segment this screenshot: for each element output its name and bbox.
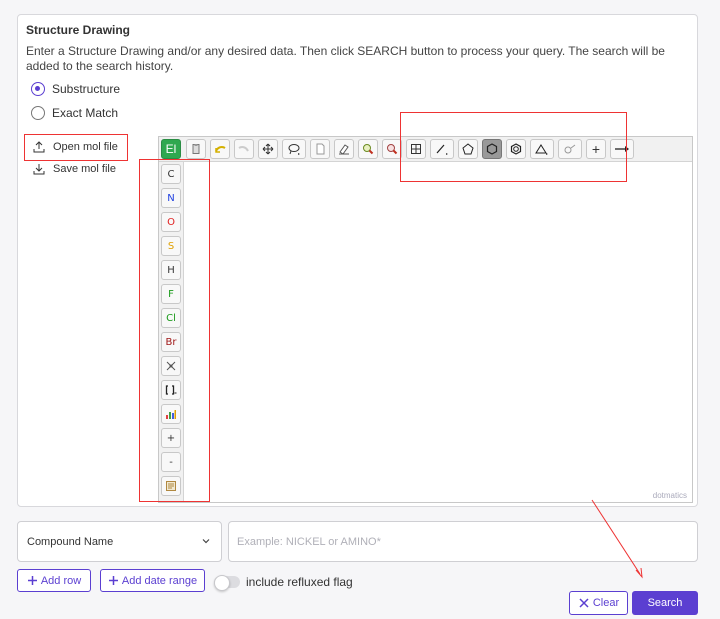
hexagon-icon[interactable] <box>482 139 502 159</box>
editor-atom-sidebar: C N O S H F Cl Br + - <box>159 162 184 502</box>
charge-increase-button[interactable]: + <box>161 428 181 448</box>
add-date-range-button[interactable]: Add date range <box>100 569 205 592</box>
clear-button[interactable]: Clear <box>569 591 628 615</box>
upload-icon <box>33 141 45 153</box>
atom-button-h[interactable]: H <box>161 260 181 280</box>
plus-icon <box>108 576 118 585</box>
add-row-button[interactable]: Add row <box>17 569 91 592</box>
chart-icon[interactable] <box>161 404 181 424</box>
eraser-icon[interactable] <box>334 139 354 159</box>
atom-button-c[interactable]: C <box>161 164 181 184</box>
charge-plus-icon[interactable]: + <box>586 139 606 159</box>
atom-button-n[interactable]: N <box>161 188 181 208</box>
save-mol-file-button[interactable]: Save mol file <box>33 163 116 175</box>
clipboard-icon[interactable] <box>186 139 206 159</box>
benzene-icon[interactable] <box>506 139 526 159</box>
grid-icon[interactable] <box>406 139 426 159</box>
add-row-label: Add row <box>40 574 82 587</box>
atom-button-o[interactable]: O <box>161 212 181 232</box>
zoom-in-icon[interactable] <box>358 139 378 159</box>
radio-exact-match-label: Exact Match <box>52 106 119 120</box>
undo-icon[interactable] <box>210 139 230 159</box>
toggle-switch[interactable] <box>214 575 240 591</box>
dotmatics-watermark: dotmatics <box>652 491 687 500</box>
bracket-icon[interactable] <box>161 380 181 400</box>
radio-selected-indicator <box>31 82 45 96</box>
download-icon <box>33 164 45 175</box>
single-bond-icon[interactable] <box>430 139 454 159</box>
editor-top-toolbar: El + <box>159 137 692 162</box>
save-mol-file-label: Save mol file <box>53 163 116 175</box>
pentagon-icon[interactable] <box>458 139 478 159</box>
atom-map-icon[interactable] <box>161 356 181 376</box>
refluxed-flag-toggle[interactable]: include refluxed flag <box>214 575 353 591</box>
refluxed-flag-label: include refluxed flag <box>246 575 353 589</box>
open-mol-file-button[interactable]: Open mol file <box>33 141 118 153</box>
reaction-arrow-icon[interactable] <box>610 139 634 159</box>
radio-substructure-label: Substructure <box>52 82 121 96</box>
radio-exact-match[interactable]: Exact Match <box>31 106 118 120</box>
chevron-down-icon <box>202 539 210 544</box>
section-description: Enter a Structure Drawing and/or any des… <box>26 44 665 73</box>
add-date-range-label: Add date range <box>121 574 198 587</box>
structure-drawing-panel: Structure Drawing Enter a Structure Draw… <box>17 14 698 507</box>
atom-button-s[interactable]: S <box>161 236 181 256</box>
search-button[interactable]: Search <box>632 591 698 615</box>
plus-icon <box>27 576 37 585</box>
structure-editor[interactable]: El + C N O S H F Cl Br + - dotmatics <box>158 136 693 503</box>
open-mol-file-label: Open mol file <box>53 141 118 153</box>
atom-button-f[interactable]: F <box>161 284 181 304</box>
charge-decrease-button[interactable]: - <box>161 452 181 472</box>
redo-icon[interactable] <box>234 139 254 159</box>
field-select-value: Compound Name <box>27 535 114 548</box>
query-input[interactable] <box>228 521 698 562</box>
section-title: Structure Drawing <box>26 23 131 37</box>
element-table-button[interactable]: El <box>161 139 181 159</box>
new-page-icon[interactable] <box>310 139 330 159</box>
triangle-ring-icon[interactable] <box>530 139 554 159</box>
atom-button-br[interactable]: Br <box>161 332 181 352</box>
radio-unselected-indicator <box>31 106 45 120</box>
field-select-dropdown[interactable]: Compound Name <box>17 521 222 562</box>
radio-substructure[interactable]: Substructure <box>31 82 120 96</box>
lasso-select-icon[interactable] <box>282 139 306 159</box>
zoom-out-icon[interactable] <box>382 139 402 159</box>
template-icon[interactable] <box>161 476 181 496</box>
chain-icon[interactable] <box>558 139 582 159</box>
close-icon <box>579 598 589 608</box>
atom-button-cl[interactable]: Cl <box>161 308 181 328</box>
move-icon[interactable] <box>258 139 278 159</box>
clear-label: Clear <box>592 597 620 609</box>
